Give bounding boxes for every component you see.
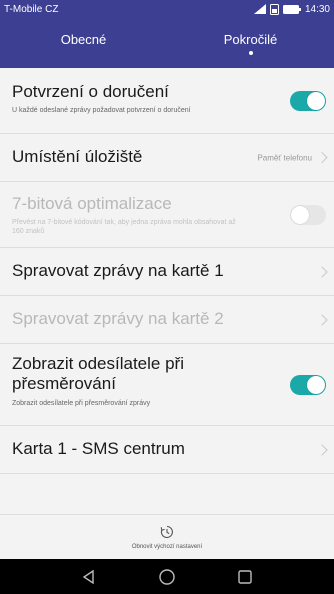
chevron-right-icon xyxy=(316,313,328,326)
status-time: 14:30 xyxy=(304,3,330,15)
row-7bit-optimization: 7-bitová optimalizace Převést na 7-bitov… xyxy=(0,182,334,248)
tab-obecne[interactable]: Obecné xyxy=(0,18,167,68)
tab-bar: Obecné Pokročilé xyxy=(0,18,334,68)
storage-value: Paměť telefonu xyxy=(257,153,312,162)
row-title: Karta 1 - SMS centrum xyxy=(12,439,185,459)
restore-defaults-button[interactable]: Obnovit výchozí nastavení xyxy=(0,514,334,559)
row-manage-card2: Spravovat zprávy na kartě 2 xyxy=(0,296,334,344)
recent-apps-button[interactable] xyxy=(235,567,255,587)
row-title: 7-bitová optimalizace xyxy=(12,194,172,213)
row-manage-card1[interactable]: Spravovat zprávy na kartě 1 xyxy=(0,248,334,296)
sim-icon xyxy=(269,3,279,15)
battery-icon xyxy=(282,4,301,14)
back-icon xyxy=(82,569,94,584)
row-subtitle: Zobrazit odesílatele při přesměrování zp… xyxy=(12,399,151,407)
row-storage-location[interactable]: Umístění úložiště Paměť telefonu xyxy=(0,134,334,182)
home-icon xyxy=(159,568,175,585)
show-sender-toggle[interactable] xyxy=(290,374,326,395)
row-delivery-report[interactable]: Potvrzení o doručení U každé odeslané zp… xyxy=(0,68,334,134)
row-sms-center[interactable]: Karta 1 - SMS centrum xyxy=(0,426,334,474)
tab-label: Obecné xyxy=(60,31,107,47)
settings-list: Potvrzení o doručení U každé odeslané zp… xyxy=(0,68,334,514)
row-title: Potvrzení o doručení xyxy=(12,82,169,101)
chevron-right-icon xyxy=(316,151,328,164)
restore-defaults-label: Obnovit výchozí nastavení xyxy=(131,543,203,550)
recent-apps-icon xyxy=(238,569,252,584)
toggle-knob xyxy=(307,375,325,394)
status-bar: T-Mobile CZ 14:30 xyxy=(0,0,334,18)
row-title: Spravovat zprávy na kartě 1 xyxy=(12,261,224,281)
tab-indicator-active xyxy=(248,50,253,55)
row-title: Zobrazit odesílatele při přesměrování xyxy=(12,354,184,394)
row-title: Spravovat zprávy na kartě 2 xyxy=(12,309,224,329)
row-title: Umístění úložiště xyxy=(12,147,143,167)
row-show-sender[interactable]: Zobrazit odesílatele při přesměrování Zo… xyxy=(0,344,334,426)
restore-icon xyxy=(160,525,173,538)
row-partial-next xyxy=(0,474,334,514)
tab-pokrocile[interactable]: Pokročilé xyxy=(167,18,334,68)
home-button[interactable] xyxy=(157,567,177,587)
row-subtitle: U každé odeslané zprávy požadovat potvrz… xyxy=(12,107,191,115)
delivery-report-toggle[interactable] xyxy=(290,90,326,111)
status-icons: 14:30 xyxy=(253,3,330,15)
back-button[interactable] xyxy=(79,567,99,587)
row-subtitle: Převést na 7-bitové kódování tak, aby je… xyxy=(12,219,236,236)
chevron-right-icon xyxy=(316,443,328,456)
navigation-bar xyxy=(0,559,334,594)
carrier-name: T-Mobile CZ xyxy=(4,3,59,15)
signal-icon xyxy=(253,4,266,14)
tab-label: Pokročilé xyxy=(223,31,278,47)
toggle-knob xyxy=(291,205,309,224)
7bit-toggle xyxy=(290,204,326,225)
chevron-right-icon xyxy=(316,265,328,278)
toggle-knob xyxy=(307,91,325,110)
